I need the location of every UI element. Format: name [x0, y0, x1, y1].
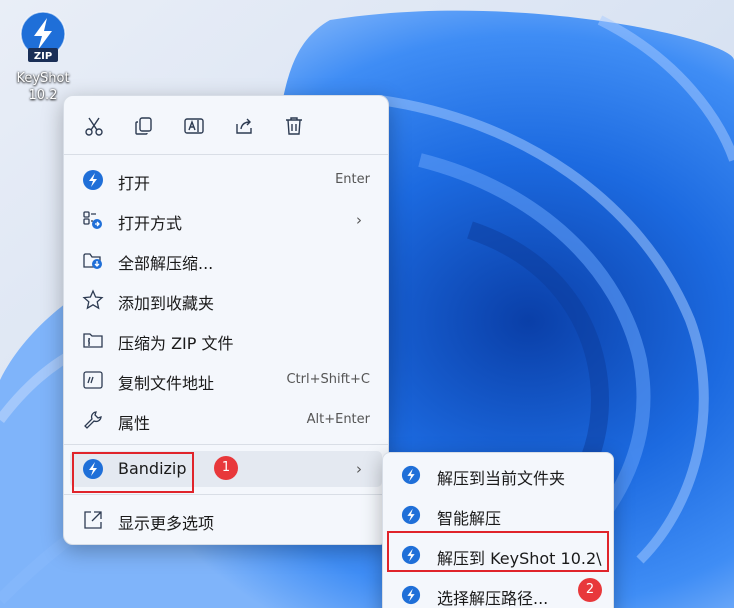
wrench-icon — [82, 409, 104, 431]
share-icon — [236, 118, 252, 134]
bandizip-zip-icon: ZIP — [20, 11, 66, 62]
menu-divider — [64, 444, 388, 445]
menu-item-label: 添加到收藏夹 — [118, 294, 215, 313]
menu-item-label: 压缩为 ZIP 文件 — [118, 334, 234, 353]
submenu-item-label: 解压到当前文件夹 — [437, 469, 566, 488]
rename-button[interactable] — [181, 114, 207, 138]
copy-icon — [135, 117, 152, 135]
step-badge-2: 2 — [578, 578, 602, 602]
share-button[interactable] — [231, 114, 257, 138]
menu-item-shortcut: Alt+Enter — [306, 412, 370, 427]
cut-button[interactable] — [81, 114, 107, 138]
menu-item-shortcut: Enter — [335, 172, 370, 187]
highlight-box-extract-to — [387, 531, 609, 572]
desktop-zip-file[interactable]: ZIP KeyShot 10.2 — [6, 10, 80, 104]
submenu-item-label: 智能解压 — [437, 509, 502, 528]
more-options-icon — [82, 509, 104, 531]
chevron-right-icon: › — [356, 460, 362, 478]
menu-item-shortcut: Ctrl+Shift+C — [286, 372, 370, 387]
menu-item-label: 全部解压缩... — [118, 254, 214, 273]
zip-folder-icon — [82, 329, 104, 351]
chevron-right-icon: › — [356, 211, 362, 229]
bandizip-icon — [401, 505, 421, 525]
trash-icon — [286, 117, 302, 135]
menu-item-extract-all[interactable]: 全部解压缩... — [70, 242, 382, 278]
step-badge-1: 1 — [214, 456, 238, 480]
menu-item-open[interactable]: 打开 Enter — [70, 162, 382, 198]
context-menu-toolbar — [64, 96, 388, 154]
bandizip-icon — [401, 465, 421, 485]
menu-item-copy-path[interactable]: 复制文件地址 Ctrl+Shift+C — [70, 362, 382, 398]
scissors-icon — [85, 117, 103, 136]
bandizip-icon — [82, 169, 104, 191]
bandizip-icon — [401, 585, 421, 605]
menu-item-open-with[interactable]: 打开方式 › — [70, 202, 382, 238]
submenu-item-label: 选择解压路径... — [437, 589, 549, 608]
menu-item-label: 显示更多选项 — [118, 514, 215, 533]
menu-divider — [64, 494, 388, 495]
menu-item-show-more-options[interactable]: 显示更多选项 — [70, 502, 382, 538]
star-icon — [82, 289, 104, 311]
copy-button[interactable] — [131, 114, 157, 138]
menu-item-compress-zip[interactable]: 压缩为 ZIP 文件 — [70, 322, 382, 358]
menu-item-label: 打开方式 — [118, 214, 183, 233]
toolbar-divider — [64, 154, 388, 155]
menu-item-label: 属性 — [118, 414, 151, 433]
submenu-item-extract-here[interactable]: 解压到当前文件夹 — [387, 457, 611, 493]
svg-text:ZIP: ZIP — [34, 51, 52, 62]
menu-item-add-favorites[interactable]: 添加到收藏夹 — [70, 282, 382, 318]
menu-item-label: 打开 — [118, 174, 151, 193]
copy-path-icon — [82, 369, 104, 391]
menu-item-properties[interactable]: 属性 Alt+Enter — [70, 402, 382, 438]
submenu-item-smart-extract[interactable]: 智能解压 — [387, 497, 611, 533]
menu-item-label: 复制文件地址 — [118, 374, 215, 393]
highlight-box-bandizip — [72, 452, 194, 493]
desktop-icon-label-line1: KeyShot — [16, 71, 70, 86]
rename-icon — [184, 118, 204, 134]
folder-extract-icon — [82, 249, 104, 271]
open-with-icon — [82, 209, 104, 231]
delete-button[interactable] — [281, 114, 307, 138]
